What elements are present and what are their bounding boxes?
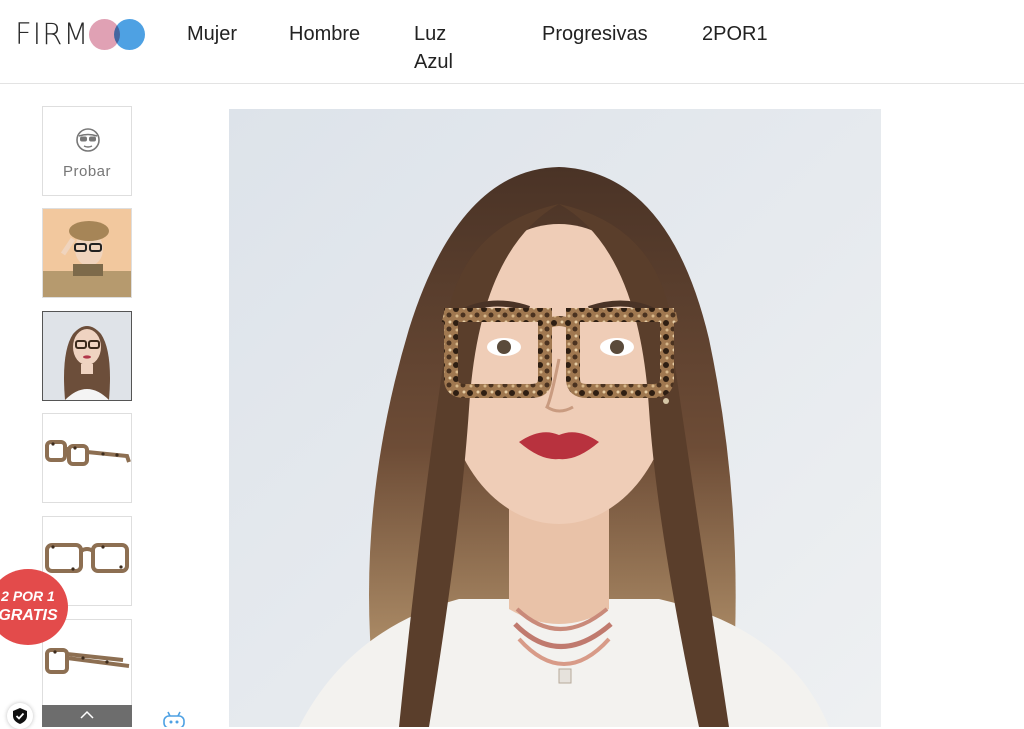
promo-line2: GRATIS [0, 607, 58, 624]
nav-item-luz-azul[interactable]: Luz Azul [414, 20, 453, 76]
glasses-side-view [45, 440, 131, 466]
try-on-label: Probar [62, 163, 112, 180]
model-wearing-glasses-image [229, 109, 881, 727]
thumbnail-model-hat[interactable] [42, 208, 132, 298]
model-portrait-photo [43, 312, 131, 400]
site-header: FIRM Mujer Hombre Luz Azul Progresivas 2… [0, 0, 1024, 84]
main-product-photo [229, 109, 881, 727]
robot-icon[interactable] [161, 710, 187, 727]
brand-logo[interactable]: FIRM [15, 16, 150, 52]
thumbnails-scroll-up-button[interactable] [42, 705, 132, 727]
trust-badge[interactable] [7, 703, 33, 729]
nav-item-2por1[interactable]: 2POR1 [702, 20, 768, 48]
model-hat-photo [43, 209, 131, 297]
shield-check-icon [13, 708, 27, 724]
nav-item-progresivas[interactable]: Progresivas [542, 20, 648, 48]
thumbnail-model-portrait[interactable] [42, 311, 132, 401]
brand-name: FIRM [15, 17, 90, 51]
logo-blue-dot [114, 19, 145, 50]
try-on-icon [76, 128, 100, 152]
chevron-up-icon [80, 710, 94, 719]
nav-item-hombre[interactable]: Hombre [289, 20, 360, 48]
nav-item-mujer[interactable]: Mujer [187, 20, 237, 48]
promo-line1: 2 POR 1 [1, 588, 55, 604]
try-on-button[interactable]: Probar [42, 106, 132, 196]
thumbnail-glasses-side[interactable] [42, 413, 132, 503]
